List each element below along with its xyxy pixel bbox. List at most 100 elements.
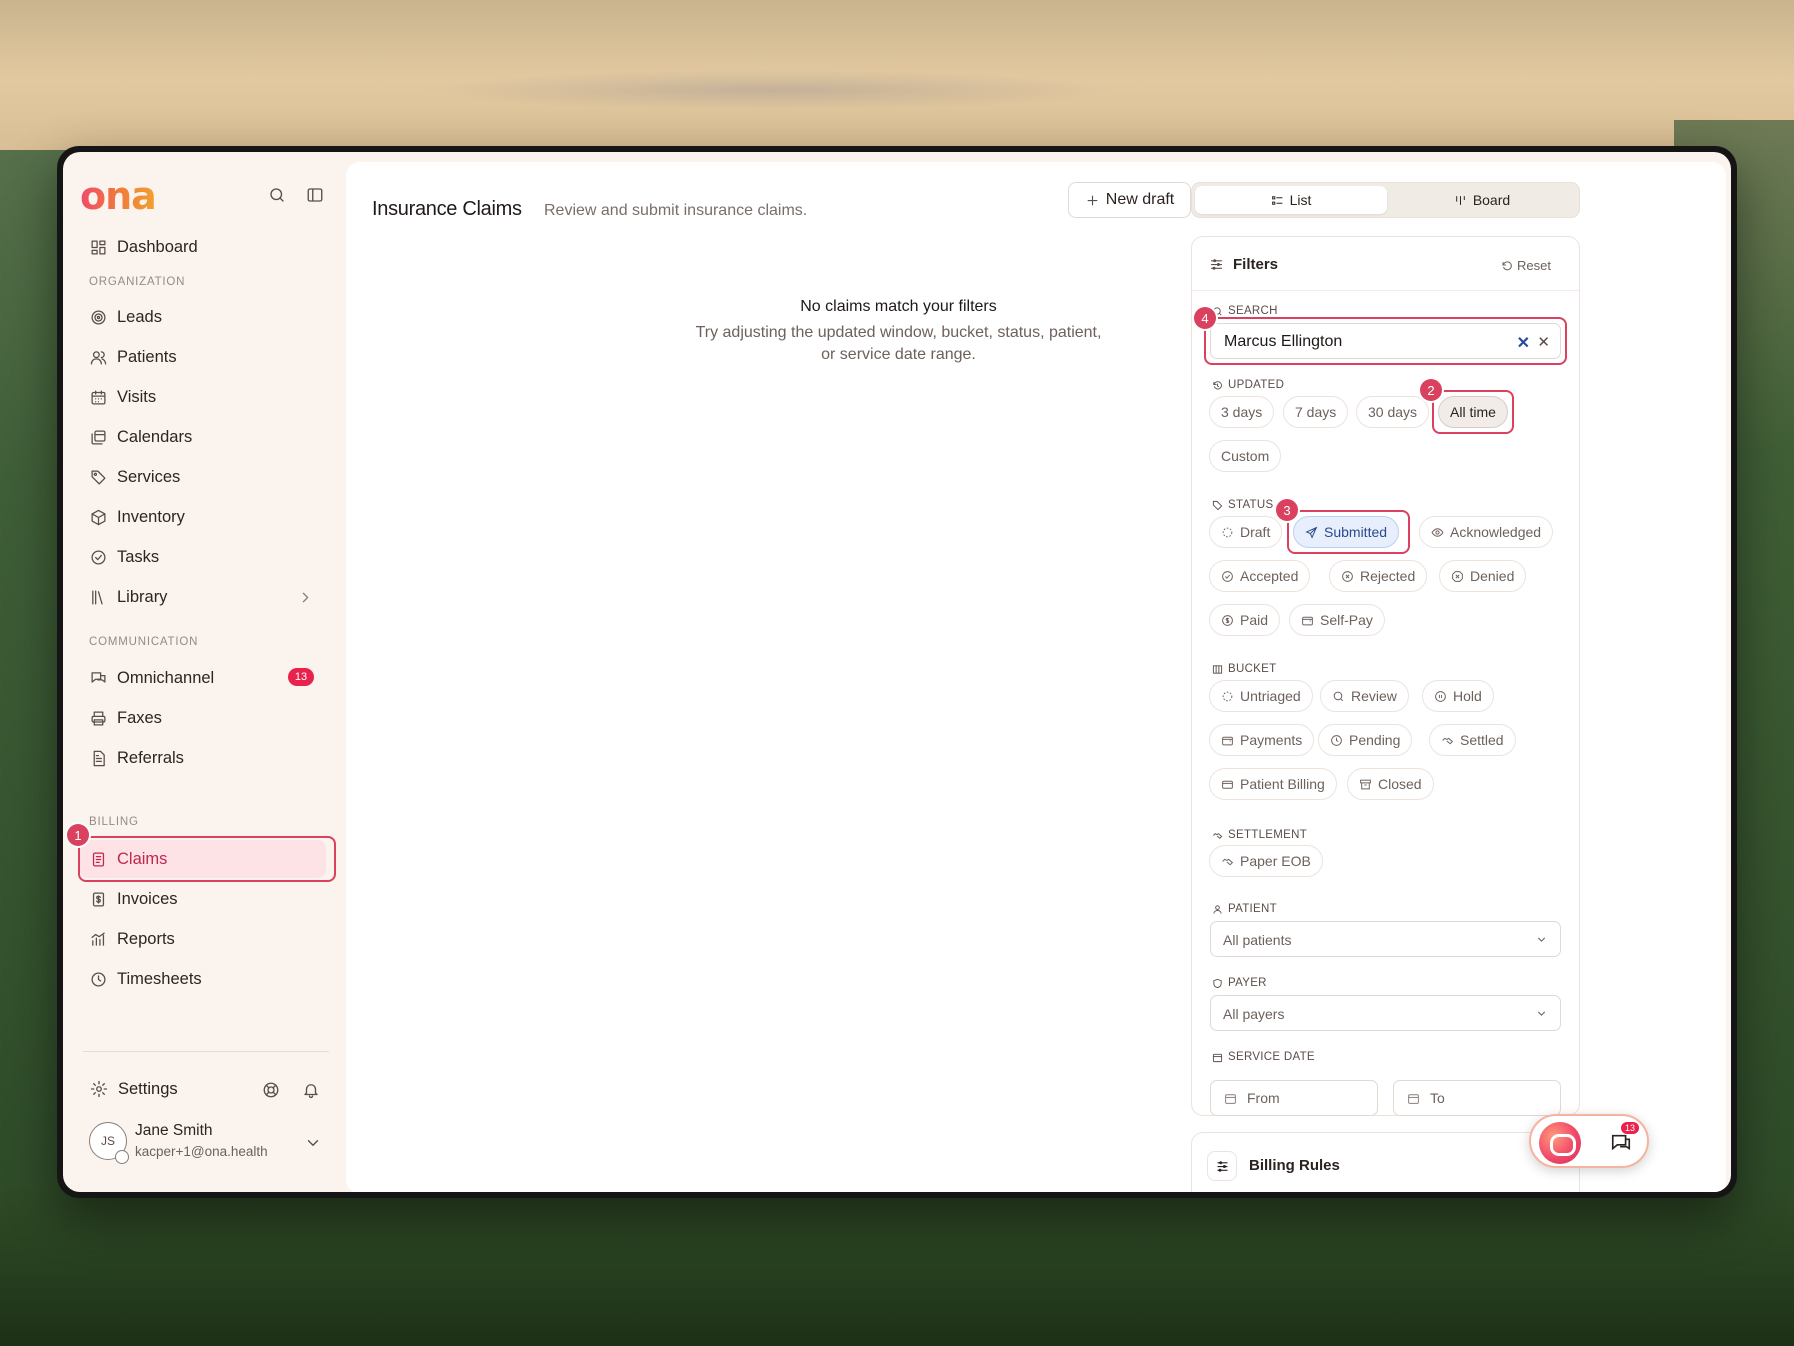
service-date-label: SERVICE DATE	[1212, 1051, 1315, 1063]
updated-chip-30-days[interactable]: 30 days	[1356, 396, 1430, 428]
eye-icon	[1431, 527, 1444, 537]
help-lifebuoy-icon[interactable]	[262, 1081, 280, 1099]
status-chip-accepted[interactable]: Accepted	[1209, 560, 1311, 592]
updated-chip-3-days[interactable]: 3 days	[1209, 396, 1275, 428]
status-chip-denied[interactable]: Denied	[1439, 560, 1527, 592]
sidebar-item-label: Services	[117, 467, 181, 486]
library-icon	[90, 589, 107, 606]
bucket-chip-payments[interactable]: Payments	[1209, 724, 1315, 756]
new-draft-button[interactable]: New draft	[1068, 182, 1191, 218]
bucket-chip-review[interactable]: Review	[1320, 680, 1409, 712]
plus-icon	[1085, 193, 1100, 208]
dashed-circle-icon	[1222, 527, 1233, 537]
sidebar-item-services[interactable]: Services	[80, 458, 326, 496]
x-octagon-icon	[1452, 570, 1463, 582]
bucket-chip-settled[interactable]: Settled	[1429, 724, 1516, 756]
chevron-down-icon	[1535, 933, 1548, 951]
status-clock-icon	[115, 1150, 129, 1164]
payer-select[interactable]: All payers	[1210, 995, 1561, 1031]
calendar-icon	[1408, 1093, 1419, 1104]
status-chip-acknowledged[interactable]: Acknowledged	[1419, 516, 1554, 548]
x-circle-icon	[1342, 570, 1353, 582]
billing-rules-card[interactable]: Billing Rules	[1191, 1132, 1580, 1192]
updated-chip-7-days[interactable]: 7 days	[1283, 396, 1349, 428]
bucket-chip-closed[interactable]: Closed	[1347, 768, 1434, 800]
filters-title: Filters	[1233, 256, 1279, 273]
sidebar-item-label: Faxes	[117, 708, 162, 727]
app-window: ona Dashboard ORGANIZATION Leads Patient…	[63, 152, 1731, 1192]
calendar-grid-icon	[90, 389, 107, 406]
sidebar-item-leads[interactable]: Leads	[80, 298, 326, 336]
sidebar-item-tasks[interactable]: Tasks	[80, 538, 326, 576]
highlight-box-all-time	[1432, 390, 1514, 434]
sidebar-item-label: Referrals	[117, 748, 184, 767]
reset-button[interactable]: Reset	[1501, 258, 1551, 273]
billing-rules-title: Billing Rules	[1249, 1157, 1340, 1174]
patient-select[interactable]: All patients	[1210, 921, 1561, 957]
updated-chip-custom[interactable]: Custom	[1209, 440, 1282, 472]
assistant-logo-icon[interactable]	[1539, 1122, 1581, 1164]
shield-small-icon	[1213, 978, 1222, 988]
date-from-input[interactable]: From	[1210, 1080, 1378, 1116]
date-to-input[interactable]: To	[1393, 1080, 1561, 1116]
sidebar-item-library[interactable]: Library	[80, 578, 326, 616]
sliders-icon	[1207, 1151, 1237, 1181]
assistant-fab[interactable]: 13	[1529, 1114, 1649, 1168]
step-marker-4: 4	[1194, 307, 1216, 329]
sidebar-item-dashboard[interactable]: Dashboard	[80, 228, 326, 266]
sidebar-item-label: Timesheets	[117, 969, 202, 988]
sidebar-item-calendars[interactable]: Calendars	[80, 418, 326, 456]
bucket-chip-patient-billing[interactable]: Patient Billing	[1209, 768, 1337, 800]
status-chip-self-pay[interactable]: Self-Pay	[1289, 604, 1385, 636]
bucket-chip-untriaged[interactable]: Untriaged	[1209, 680, 1313, 712]
new-draft-label: New draft	[1105, 191, 1175, 208]
status-label: STATUS	[1212, 499, 1273, 511]
document-icon	[90, 750, 107, 767]
status-chip-paid[interactable]: Paid	[1209, 604, 1281, 636]
board-icon	[1456, 195, 1465, 205]
search-label: SEARCH	[1212, 305, 1278, 317]
reset-icon	[1502, 260, 1512, 270]
bucket-chip-pending[interactable]: Pending	[1318, 724, 1413, 756]
highlight-box-submitted	[1287, 510, 1410, 554]
sidebar-toggle-icon[interactable]	[306, 186, 324, 204]
messages-icon[interactable]	[1610, 1132, 1632, 1159]
bucket-chip-hold[interactable]: Hold	[1422, 680, 1494, 712]
step-marker-2: 2	[1420, 379, 1442, 401]
sidebar-item-invoices[interactable]: Invoices	[80, 880, 326, 918]
user-small-icon	[1213, 904, 1222, 914]
sidebar-item-patients[interactable]: Patients	[80, 338, 326, 376]
archive-icon	[1360, 779, 1371, 789]
sidebar-item-inventory[interactable]: Inventory	[80, 498, 326, 536]
calendars-icon	[90, 429, 107, 446]
chevron-down-icon[interactable]	[304, 1134, 322, 1152]
check-circle-icon	[90, 549, 107, 566]
sidebar: ona Dashboard ORGANIZATION Leads Patient…	[63, 152, 343, 1192]
sidebar-item-referrals[interactable]: Referrals	[80, 739, 326, 777]
sidebar-item-omnichannel[interactable]: Omnichannel 13	[80, 659, 326, 697]
box-icon	[90, 509, 107, 526]
sidebar-item-visits[interactable]: Visits	[80, 378, 326, 416]
calendar-small-icon	[1212, 1053, 1223, 1062]
view-board-button[interactable]: Board	[1386, 186, 1578, 214]
sidebar-item-timesheets[interactable]: Timesheets	[80, 960, 326, 998]
filters-panel: Filters Reset SEARCH Marcus Ellington ✕ …	[1191, 236, 1580, 1116]
handshake-small-icon	[1213, 832, 1223, 839]
settlement-chip-paper-eob[interactable]: Paper EOB	[1209, 845, 1323, 877]
search-icon[interactable]	[268, 186, 286, 204]
device-frame: ona Dashboard ORGANIZATION Leads Patient…	[57, 146, 1737, 1198]
status-chip-rejected[interactable]: Rejected	[1329, 560, 1428, 592]
sidebar-item-faxes[interactable]: Faxes	[80, 699, 326, 737]
tag-icon	[90, 469, 107, 486]
sidebar-item-label: Omnichannel	[117, 668, 215, 687]
user-menu[interactable]: JS Jane Smith kacper+1@ona.health	[89, 1118, 329, 1164]
history-icon	[1213, 380, 1222, 389]
messages-badge: 13	[1621, 1122, 1640, 1134]
handshake-icon	[1222, 858, 1234, 865]
bell-icon[interactable]	[302, 1081, 320, 1099]
sidebar-item-reports[interactable]: Reports	[80, 920, 326, 958]
status-chip-draft[interactable]: Draft	[1209, 516, 1283, 548]
view-list-button[interactable]: List	[1195, 186, 1387, 214]
ona-logo[interactable]: ona	[80, 174, 157, 218]
sidebar-item-label: Settings	[118, 1079, 178, 1098]
